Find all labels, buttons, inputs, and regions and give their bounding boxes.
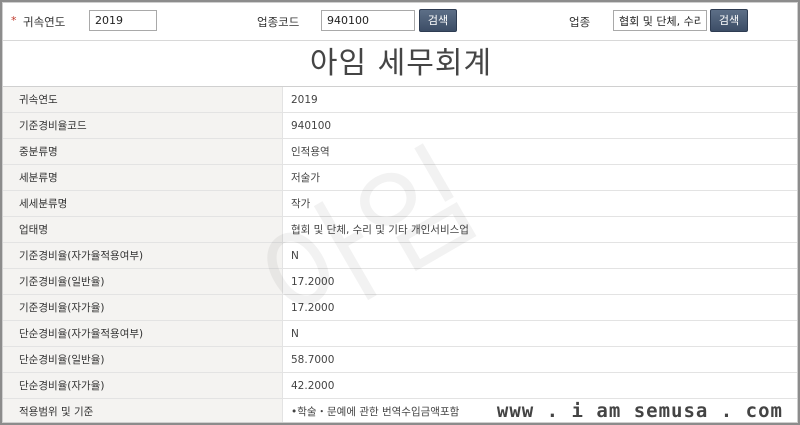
row-value: 작가 [291,198,311,210]
row-key: 세분류명 [3,165,283,190]
row-key: 귀속연도 [3,87,283,112]
table-row: 업태명 협회 및 단체, 수리 및 기타 개인서비스업 [3,217,797,243]
table-row: 단순경비율(자가율) 42.2000 [3,373,797,399]
row-value: 17.2000 [291,302,335,314]
industry-input[interactable] [613,10,707,31]
row-key: 기준경비율(일반율) [3,269,283,294]
table-row: 세분류명 저술가 [3,165,797,191]
row-key: 업태명 [3,217,283,242]
year-label: 귀속연도 [23,15,66,29]
code-search-button[interactable]: 검색 [419,9,457,32]
row-value: 인적용역 [291,146,330,158]
row-key: 기준경비율코드 [3,113,283,138]
search-bar: * 귀속연도 업종코드 검색 업종 검색 [3,3,797,41]
table-row: 기준경비율(일반율) 17.2000 [3,269,797,295]
row-key: 기준경비율(자가율) [3,295,283,320]
row-key: 세세분류명 [3,191,283,216]
page-title: 아임 세무회계 [3,41,797,87]
row-value: 42.2000 [291,380,335,392]
table-row: 단순경비율(일반율) 58.7000 [3,347,797,373]
industry-search-button[interactable]: 검색 [710,9,748,32]
row-value: N [291,328,299,340]
year-input[interactable] [89,10,157,31]
row-key: 단순경비율(자가율적용여부) [3,321,283,346]
code-label: 업종코드 [257,15,300,29]
row-key: 적용범위 및 기준 [3,399,283,422]
row-value: 협회 및 단체, 수리 및 기타 개인서비스업 [291,224,469,236]
table-row: 기준경비율코드 940100 [3,113,797,139]
row-key: 단순경비율(일반율) [3,347,283,372]
row-key: 중분류명 [3,139,283,164]
row-value: N [291,250,299,262]
row-value: 저술가 [291,172,320,184]
page-frame: * 귀속연도 업종코드 검색 업종 검색 아임 세무회계 귀속연도 2019 기… [2,2,798,423]
row-key: 기준경비율(자가율적용여부) [3,243,283,268]
table-row: 귀속연도 2019 [3,87,797,113]
row-value: 58.7000 [291,354,335,366]
table-row: 단순경비율(자가율적용여부) N [3,321,797,347]
row-key: 단순경비율(자가율) [3,373,283,398]
row-value: 2019 [291,94,318,106]
required-mark: * [11,14,17,27]
row-value: 17.2000 [291,276,335,288]
industry-label: 업종 [569,15,591,29]
row-value: 940100 [291,120,332,132]
code-input[interactable] [321,10,415,31]
info-table: 귀속연도 2019 기준경비율코드 940100 중분류명 인적용역 세분류명 … [3,87,797,422]
table-row: 기준경비율(자가율적용여부) N [3,243,797,269]
table-row: 세세분류명 작가 [3,191,797,217]
site-url-watermark: www . i am semusa . com [492,400,787,422]
table-row: 기준경비율(자가율) 17.2000 [3,295,797,321]
table-row: 중분류명 인적용역 [3,139,797,165]
